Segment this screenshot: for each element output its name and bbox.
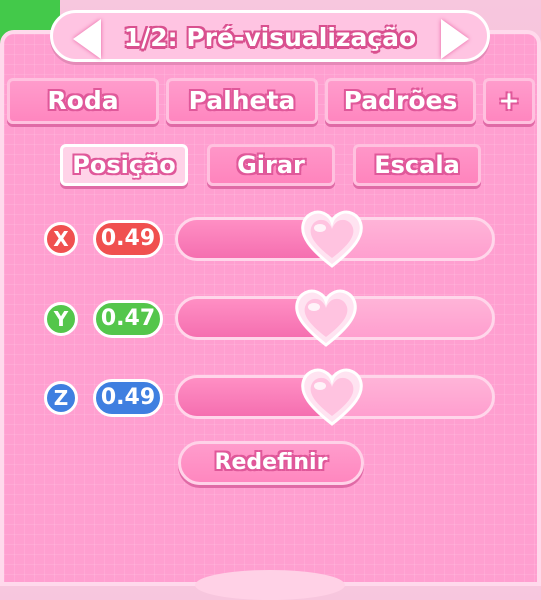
subtab-posicao[interactable]: Posição <box>60 144 188 186</box>
tab-palheta[interactable]: Palheta <box>166 78 318 124</box>
page-title: 1/2: Pré-visualização <box>123 23 417 52</box>
x-slider-heart-icon[interactable] <box>299 208 365 270</box>
y-value-field[interactable]: 0.47 <box>93 300 163 338</box>
z-axis-badge: Z <box>44 381 78 415</box>
y-slider[interactable] <box>175 289 495 347</box>
y-slider-heart-icon[interactable] <box>293 287 359 349</box>
next-arrow-icon[interactable] <box>441 19 469 59</box>
add-tab-button[interactable]: + <box>483 78 535 124</box>
z-slider-heart-icon[interactable] <box>299 366 365 428</box>
x-value-field[interactable]: 0.49 <box>93 220 163 258</box>
title-bar: 1/2: Pré-visualização <box>50 10 490 62</box>
subtab-girar[interactable]: Girar <box>207 144 335 186</box>
x-axis-badge: X <box>44 222 78 256</box>
subtab-escala[interactable]: Escala <box>353 144 481 186</box>
z-slider[interactable] <box>175 368 495 426</box>
bottom-decoration <box>195 570 345 600</box>
y-axis-badge: Y <box>44 302 78 336</box>
reset-button[interactable]: Redefinir <box>178 441 364 485</box>
z-value-field[interactable]: 0.49 <box>93 379 163 417</box>
x-slider[interactable] <box>175 210 495 268</box>
tab-padroes[interactable]: Padrões <box>325 78 476 124</box>
tab-roda[interactable]: Roda <box>7 78 159 124</box>
